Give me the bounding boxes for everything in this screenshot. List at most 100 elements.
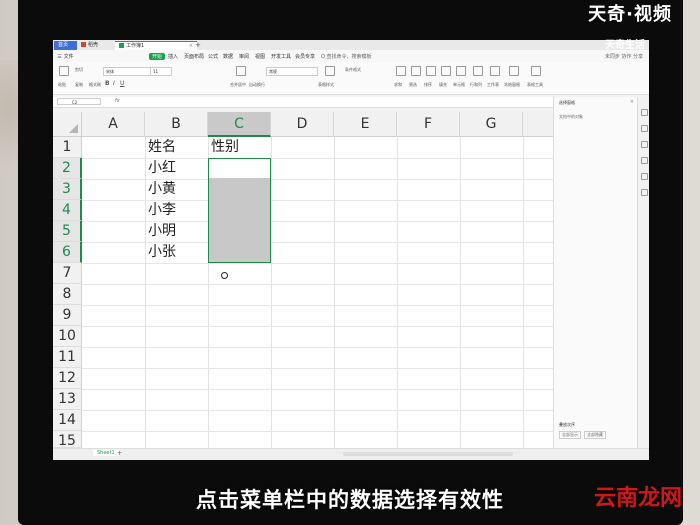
- copy-label[interactable]: 复制: [75, 82, 83, 88]
- add-sheet-plus-icon[interactable]: +: [117, 450, 122, 457]
- column-header-d[interactable]: D: [271, 112, 334, 137]
- row-header-8[interactable]: 8: [53, 284, 82, 305]
- menu-member[interactable]: 会员专享: [295, 53, 315, 60]
- fx-icon[interactable]: fx: [115, 98, 120, 104]
- gridline: [82, 410, 553, 411]
- row-header-5[interactable]: 5: [53, 221, 82, 242]
- menu-start[interactable]: 开始: [149, 53, 166, 60]
- format-painter-label[interactable]: 格式刷: [89, 82, 101, 88]
- sort-label: 排序: [424, 82, 432, 87]
- paste-icon[interactable]: [59, 66, 69, 76]
- row-col-icon[interactable]: [473, 66, 483, 76]
- spreadsheet-icon: [119, 43, 124, 48]
- freeze-icon[interactable]: [509, 66, 519, 76]
- row-header-4[interactable]: 4: [53, 200, 82, 221]
- menu-view[interactable]: 视图: [255, 53, 265, 60]
- row-header-15[interactable]: 15: [53, 431, 82, 449]
- column-header-e[interactable]: E: [334, 112, 397, 137]
- column-header-g[interactable]: G: [460, 112, 523, 137]
- close-icon[interactable]: ×: [630, 99, 634, 105]
- font-name-select[interactable]: 宋体: [103, 67, 151, 76]
- cell-b2[interactable]: 小红: [148, 158, 176, 179]
- new-tab-plus-icon[interactable]: +: [195, 41, 201, 49]
- bold-icon[interactable]: B: [105, 80, 110, 87]
- row-header-2[interactable]: 2: [53, 158, 82, 179]
- number-format-select[interactable]: 常规: [266, 67, 318, 76]
- sheet-icon[interactable]: [490, 66, 500, 76]
- tab-docer-label: 稻壳: [88, 42, 99, 48]
- cell-c1[interactable]: 性别: [211, 137, 239, 158]
- cut-label[interactable]: 剪切: [75, 67, 83, 73]
- font-size-select[interactable]: 11: [150, 67, 172, 76]
- cell-icon[interactable]: [456, 66, 466, 76]
- menu-right-actions[interactable]: 未同步 协作 分享: [605, 53, 643, 60]
- help-icon[interactable]: [641, 189, 648, 196]
- select-pane-icon[interactable]: [641, 157, 648, 164]
- cell-b3[interactable]: 小黄: [148, 179, 176, 200]
- underline-icon[interactable]: U: [120, 80, 124, 87]
- row-header-6[interactable]: 6: [53, 242, 82, 263]
- sum-icon[interactable]: [396, 66, 406, 76]
- sheet-label: 工作表: [487, 82, 499, 87]
- horizontal-scrollbar[interactable]: [343, 452, 513, 456]
- row-col-label: 行和列: [470, 82, 482, 87]
- row-header-3[interactable]: 3: [53, 179, 82, 200]
- merge-icon[interactable]: [236, 66, 246, 76]
- gridline: [82, 284, 553, 285]
- row-header-10[interactable]: 10: [53, 326, 82, 347]
- wrap-label[interactable]: 自动换行: [249, 82, 265, 88]
- cell-b5[interactable]: 小明: [148, 221, 176, 242]
- row-header-1[interactable]: 1: [53, 137, 82, 158]
- conditional-format-label[interactable]: 条件格式: [345, 67, 361, 73]
- column-header-f[interactable]: F: [397, 112, 460, 137]
- fill-icon[interactable]: [441, 66, 451, 76]
- cell-b4[interactable]: 小李: [148, 200, 176, 221]
- search-command[interactable]: Q 查找命令、搜索模板: [321, 53, 372, 60]
- row-header-9[interactable]: 9: [53, 305, 82, 326]
- column-header-h[interactable]: [523, 112, 553, 137]
- tools-icon[interactable]: [531, 66, 541, 76]
- tab-home-label: 首页: [58, 42, 69, 48]
- cell-b6[interactable]: 小张: [148, 242, 176, 263]
- italic-icon[interactable]: I: [113, 80, 115, 87]
- backup-icon[interactable]: [641, 173, 648, 180]
- menu-file[interactable]: 三 文件: [57, 53, 74, 60]
- cursor-tool-icon[interactable]: [641, 109, 648, 116]
- row-header-11[interactable]: 11: [53, 347, 82, 368]
- column-header-b[interactable]: B: [145, 112, 208, 137]
- active-cell[interactable]: [209, 159, 270, 178]
- menu-developer[interactable]: 开发工具: [271, 53, 291, 60]
- row-header-13[interactable]: 13: [53, 389, 82, 410]
- row-header-14[interactable]: 14: [53, 410, 82, 431]
- stack-order-label: 叠放次序: [559, 422, 575, 427]
- sort-icon[interactable]: [426, 66, 436, 76]
- row-header-7[interactable]: 7: [53, 263, 82, 284]
- column-header-a[interactable]: A: [82, 112, 145, 137]
- property-icon[interactable]: [641, 141, 648, 148]
- menu-data[interactable]: 数据: [223, 53, 233, 60]
- cell-b1[interactable]: 姓名: [148, 137, 176, 158]
- gridline: [271, 137, 272, 448]
- tab-docer[interactable]: 稻壳: [77, 41, 115, 50]
- spreadsheet-window: 首页 稻壳 工作簿1 × + 三 文件 开始 插入 页面布局 公式 数据 审阅 视…: [53, 40, 649, 460]
- shape-tool-icon[interactable]: [641, 125, 648, 132]
- spreadsheet-grid[interactable]: A B C D E F G 1 2 3 4 5 6 7 8 9 10 11 12…: [53, 112, 553, 449]
- docer-icon: [81, 42, 86, 47]
- menu-insert[interactable]: 插入: [168, 53, 178, 60]
- row-header-12[interactable]: 12: [53, 368, 82, 389]
- menu-formula[interactable]: 公式: [208, 53, 218, 60]
- cell-label: 单元格: [453, 82, 465, 87]
- column-header-c[interactable]: C: [208, 112, 271, 137]
- name-box[interactable]: C2: [57, 98, 101, 105]
- filter-icon[interactable]: [411, 66, 421, 76]
- select-all-corner[interactable]: [53, 112, 82, 137]
- show-all-button[interactable]: 全部显示: [559, 431, 581, 439]
- watermark-logo: 天奇生活: [605, 40, 645, 51]
- table-style-icon[interactable]: [325, 66, 335, 76]
- menu-bar: 三 文件 开始 插入 页面布局 公式 数据 审阅 视图 开发工具 会员专享 Q …: [53, 50, 649, 62]
- menu-page-layout[interactable]: 页面布局: [184, 53, 204, 60]
- menu-review[interactable]: 审阅: [239, 53, 249, 60]
- sheet-tab-sheet1[interactable]: Sheet1: [93, 450, 119, 456]
- gridline: [82, 347, 553, 348]
- hide-all-button[interactable]: 全部隐藏: [584, 431, 606, 439]
